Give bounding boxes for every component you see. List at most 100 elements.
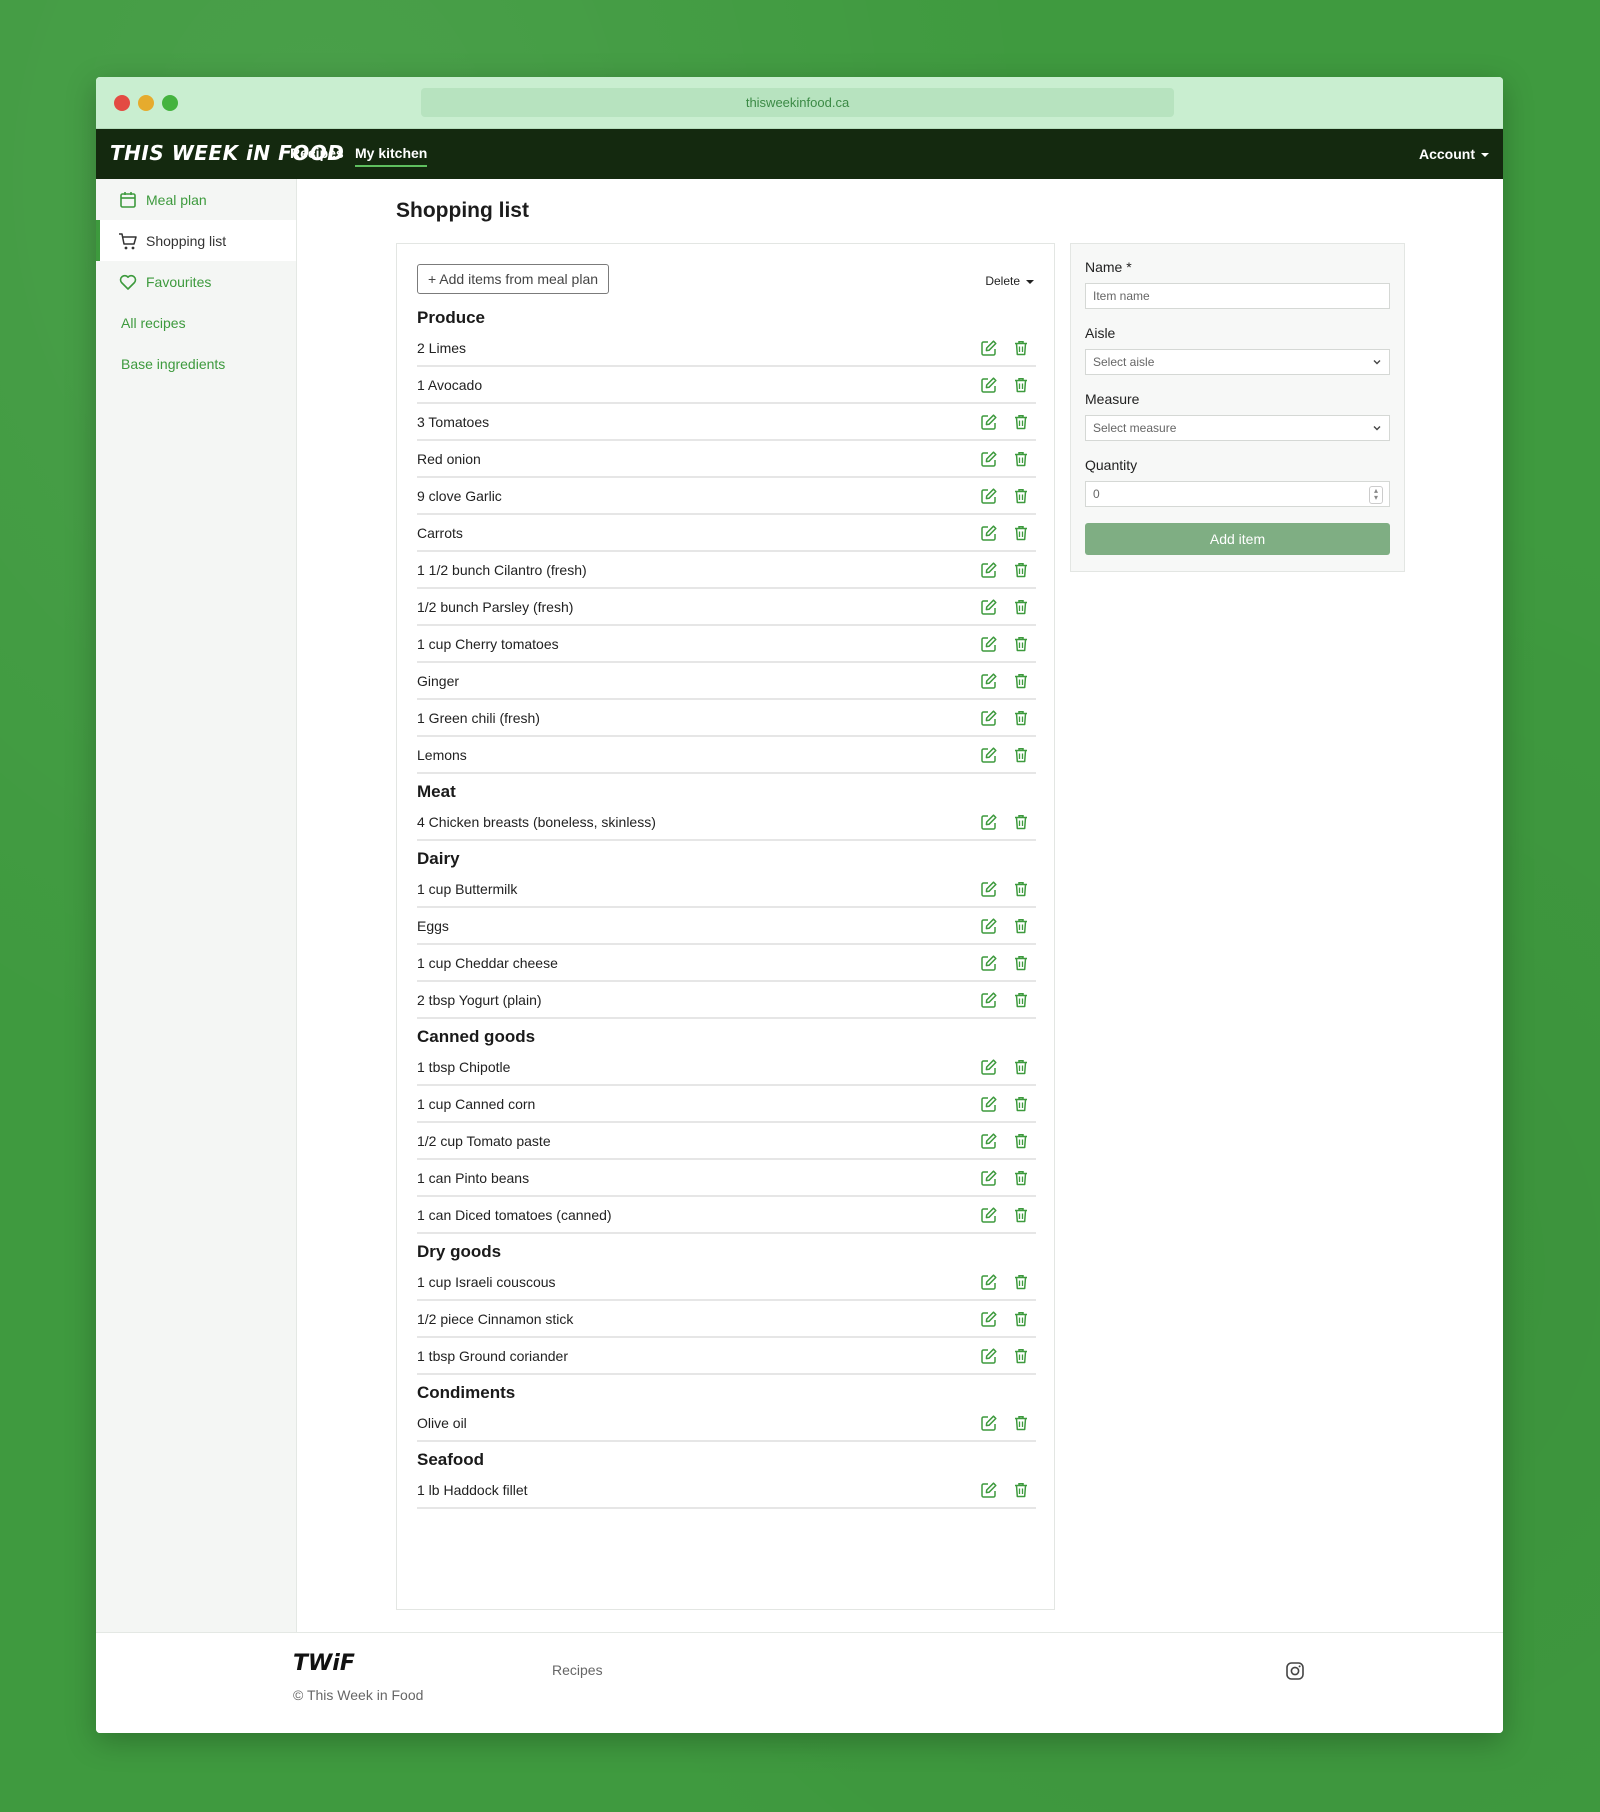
trash-icon[interactable] <box>1012 1310 1030 1328</box>
maximize-window-button[interactable] <box>162 95 178 111</box>
add-item-button[interactable]: Add item <box>1085 523 1390 555</box>
nav-link-recipes[interactable]: Recipes <box>290 145 344 161</box>
list-item-actions <box>980 1273 1030 1291</box>
trash-icon[interactable] <box>1012 413 1030 431</box>
list-item-label: Red onion <box>417 450 481 467</box>
edit-icon[interactable] <box>980 813 998 831</box>
edit-icon[interactable] <box>980 450 998 468</box>
edit-icon[interactable] <box>980 487 998 505</box>
list-item-actions <box>980 1132 1030 1150</box>
edit-icon[interactable] <box>980 561 998 579</box>
trash-icon[interactable] <box>1012 813 1030 831</box>
trash-icon[interactable] <box>1012 1414 1030 1432</box>
list-item-label: 2 Limes <box>417 339 467 356</box>
address-bar[interactable]: thisweekinfood.ca <box>421 88 1174 117</box>
list-item-actions <box>980 954 1030 972</box>
list-item-actions <box>980 672 1030 690</box>
list-item: 1 cup Cherry tomatoes <box>417 626 1036 663</box>
trash-icon[interactable] <box>1012 561 1030 579</box>
trash-icon[interactable] <box>1012 1095 1030 1113</box>
list-item-actions <box>980 709 1030 727</box>
list-item-actions <box>980 413 1030 431</box>
edit-icon[interactable] <box>980 598 998 616</box>
name-input[interactable]: Item name <box>1085 283 1390 309</box>
edit-icon[interactable] <box>980 1273 998 1291</box>
list-item: 1/2 piece Cinnamon stick <box>417 1301 1036 1338</box>
edit-icon[interactable] <box>980 339 998 357</box>
edit-icon[interactable] <box>980 746 998 764</box>
close-window-button[interactable] <box>114 95 130 111</box>
edit-icon[interactable] <box>980 954 998 972</box>
minimize-window-button[interactable] <box>138 95 154 111</box>
browser-chrome: thisweekinfood.ca <box>96 77 1503 129</box>
trash-icon[interactable] <box>1012 450 1030 468</box>
trash-icon[interactable] <box>1012 1206 1030 1224</box>
aisle-label: Aisle <box>1085 325 1116 341</box>
aisle-select[interactable]: Select aisle <box>1085 349 1390 375</box>
edit-icon[interactable] <box>980 1095 998 1113</box>
edit-icon[interactable] <box>980 524 998 542</box>
footer-logo[interactable]: TWiF <box>293 1651 355 1676</box>
edit-icon[interactable] <box>980 1206 998 1224</box>
edit-icon[interactable] <box>980 1481 998 1499</box>
trash-icon[interactable] <box>1012 635 1030 653</box>
trash-icon[interactable] <box>1012 880 1030 898</box>
edit-icon[interactable] <box>980 1414 998 1432</box>
edit-icon[interactable] <box>980 1169 998 1187</box>
list-item-actions <box>980 1206 1030 1224</box>
trash-icon[interactable] <box>1012 672 1030 690</box>
list-item: 1 lb Haddock fillet <box>417 1472 1036 1509</box>
add-items-from-meal-plan-button[interactable]: + Add items from meal plan <box>417 264 610 294</box>
list-item: 1 1/2 bunch Cilantro (fresh) <box>417 552 1036 589</box>
edit-icon[interactable] <box>980 880 998 898</box>
edit-icon[interactable] <box>980 672 998 690</box>
trash-icon[interactable] <box>1012 1347 1030 1365</box>
sidebar-item-label: Favourites <box>146 273 212 290</box>
list-item-label: 1 Green chili (fresh) <box>417 709 540 726</box>
list-item-label: 1 1/2 bunch Cilantro (fresh) <box>417 561 587 578</box>
sidebar-item-favourites[interactable]: Favourites <box>96 261 296 302</box>
trash-icon[interactable] <box>1012 1481 1030 1499</box>
sidebar-item-all-recipes[interactable]: All recipes <box>96 302 296 343</box>
sidebar-item-label: Shopping list <box>146 232 227 249</box>
trash-icon[interactable] <box>1012 339 1030 357</box>
sidebar-item-meal-plan[interactable]: Meal plan <box>96 179 296 220</box>
trash-icon[interactable] <box>1012 1169 1030 1187</box>
delete-menu[interactable]: Delete <box>985 274 1034 288</box>
trash-icon[interactable] <box>1012 954 1030 972</box>
edit-icon[interactable] <box>980 1058 998 1076</box>
edit-icon[interactable] <box>980 917 998 935</box>
account-menu[interactable]: Account <box>1419 146 1489 162</box>
footer-link-recipes[interactable]: Recipes <box>552 1662 603 1678</box>
trash-icon[interactable] <box>1012 746 1030 764</box>
edit-icon[interactable] <box>980 635 998 653</box>
trash-icon[interactable] <box>1012 991 1030 1009</box>
trash-icon[interactable] <box>1012 1132 1030 1150</box>
list-item-label: 1 lb Haddock fillet <box>417 1481 528 1498</box>
edit-icon[interactable] <box>980 991 998 1009</box>
trash-icon[interactable] <box>1012 524 1030 542</box>
list-item-actions <box>980 561 1030 579</box>
edit-icon[interactable] <box>980 1132 998 1150</box>
edit-icon[interactable] <box>980 1310 998 1328</box>
measure-select[interactable]: Select measure <box>1085 415 1390 441</box>
trash-icon[interactable] <box>1012 598 1030 616</box>
trash-icon[interactable] <box>1012 917 1030 935</box>
instagram-icon[interactable] <box>1285 1661 1305 1681</box>
edit-icon[interactable] <box>980 1347 998 1365</box>
edit-icon[interactable] <box>980 709 998 727</box>
trash-icon[interactable] <box>1012 487 1030 505</box>
list-item-label: 1 can Diced tomatoes (canned) <box>417 1206 612 1223</box>
quantity-stepper[interactable]: 0 ▴ ▾ <box>1085 481 1390 507</box>
trash-icon[interactable] <box>1012 709 1030 727</box>
sidebar-item-base-ingredients[interactable]: Base ingredients <box>96 343 296 384</box>
footer: TWiF © This Week in Food Recipes <box>96 1632 1503 1733</box>
sidebar-item-shopping-list[interactable]: Shopping list <box>96 220 296 261</box>
trash-icon[interactable] <box>1012 376 1030 394</box>
nav-link-my-kitchen[interactable]: My kitchen <box>355 145 428 167</box>
edit-icon[interactable] <box>980 376 998 394</box>
edit-icon[interactable] <box>980 413 998 431</box>
trash-icon[interactable] <box>1012 1273 1030 1291</box>
stepper-arrows-icon[interactable]: ▴ ▾ <box>1369 486 1383 504</box>
trash-icon[interactable] <box>1012 1058 1030 1076</box>
